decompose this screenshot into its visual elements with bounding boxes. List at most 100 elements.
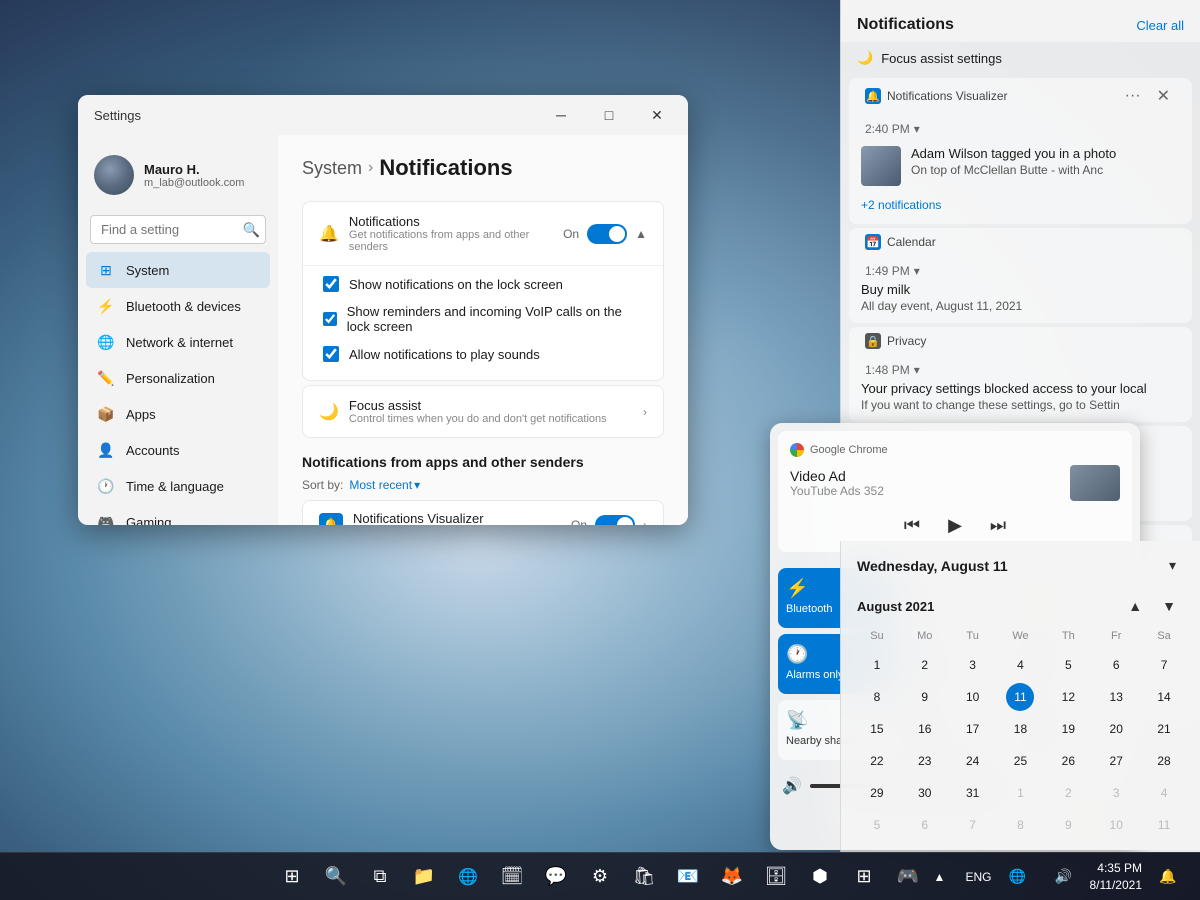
cal-cell-31[interactable]: 31 — [959, 779, 987, 807]
checkbox-sounds-input[interactable] — [323, 346, 339, 362]
search-icon-button[interactable]: 🔍 — [243, 221, 260, 238]
cal-cell-23[interactable]: 23 — [911, 747, 939, 775]
notif-close-visualizer[interactable]: ✕ — [1151, 84, 1176, 108]
notifications-expand-icon[interactable]: ▲ — [635, 227, 647, 241]
media-next-button[interactable]: ⏭ — [986, 511, 1010, 540]
cal-cell-20[interactable]: 20 — [1102, 715, 1130, 743]
cal-cell-19[interactable]: 19 — [1054, 715, 1082, 743]
close-button[interactable]: ✕ — [634, 99, 680, 131]
cal-cell-29[interactable]: 29 — [863, 779, 891, 807]
maximize-button[interactable]: □ — [586, 99, 632, 131]
cal-cell-12[interactable]: 12 — [1054, 683, 1082, 711]
app-chevron-visualizer[interactable]: › — [643, 518, 647, 526]
cal-cell-sep5[interactable]: 5 — [863, 811, 891, 839]
calendar-prev-button[interactable]: ▲ — [1120, 594, 1150, 618]
checkbox-lockscreen-notifications-input[interactable] — [323, 276, 339, 292]
cal-cell-sep9[interactable]: 9 — [1054, 811, 1082, 839]
cal-cell-11-today[interactable]: 11 — [1006, 683, 1034, 711]
cal-cell-28[interactable]: 28 — [1150, 747, 1178, 775]
cal-cell-sep8[interactable]: 8 — [1006, 811, 1034, 839]
cal-cell-sep1[interactable]: 1 — [1006, 779, 1034, 807]
taskbar-firefox-button[interactable]: 🦊 — [712, 857, 752, 897]
cal-cell-9[interactable]: 9 — [911, 683, 939, 711]
app-toggle-visualizer[interactable] — [595, 515, 635, 526]
media-previous-button[interactable]: ⏮ — [900, 511, 924, 540]
cal-cell-3[interactable]: 3 — [959, 651, 987, 679]
cal-cell-sep3[interactable]: 3 — [1102, 779, 1130, 807]
notif-time-privacy[interactable]: 1:48 PM ▾ — [849, 355, 1192, 381]
cal-cell-6[interactable]: 6 — [1102, 651, 1130, 679]
taskbar-chat-button[interactable]: 💬 — [536, 857, 576, 897]
clear-all-button[interactable]: Clear all — [1136, 18, 1184, 33]
taskbar-clock[interactable]: 4:35 PM 8/11/2021 — [1090, 860, 1143, 894]
sidebar-item-network[interactable]: 🌐 Network & internet — [86, 324, 270, 360]
notif-time-visualizer[interactable]: 2:40 PM ▾ — [849, 114, 1192, 140]
notif-time-calendar[interactable]: 1:49 PM ▾ — [849, 256, 1192, 282]
cal-cell-18[interactable]: 18 — [1006, 715, 1034, 743]
cal-cell-27[interactable]: 27 — [1102, 747, 1130, 775]
notifications-toggle[interactable] — [587, 224, 627, 244]
notif-avatar-image-visualizer — [861, 146, 901, 186]
cal-cell-16[interactable]: 16 — [911, 715, 939, 743]
cal-cell-2[interactable]: 2 — [911, 651, 939, 679]
cal-cell-25[interactable]: 25 — [1006, 747, 1034, 775]
focus-assist-card[interactable]: 🌙 Focus assist Control times when you do… — [302, 385, 664, 438]
sidebar-item-accounts[interactable]: 👤 Accounts — [86, 432, 270, 468]
sidebar-item-personalization[interactable]: ✏️ Personalization — [86, 360, 270, 396]
sidebar-item-bluetooth[interactable]: ⚡ Bluetooth & devices — [86, 288, 270, 324]
taskbar-folder-button[interactable]: 🗄 — [756, 857, 796, 897]
taskbar-search-button[interactable]: 🔍 — [316, 857, 356, 897]
sidebar-item-system[interactable]: ⊞ System — [86, 252, 270, 288]
calendar-collapse-button[interactable]: ▾ — [1161, 553, 1184, 578]
cal-cell-sep4[interactable]: 4 — [1150, 779, 1178, 807]
media-play-button[interactable]: ▶ — [944, 511, 966, 540]
media-source-label: Google Chrome — [810, 444, 888, 456]
cal-cell-sep11[interactable]: 11 — [1150, 811, 1178, 839]
cal-cell-24[interactable]: 24 — [959, 747, 987, 775]
taskbar-store-button[interactable]: 🛍 — [624, 857, 664, 897]
start-button[interactable]: ⊞ — [272, 857, 312, 897]
sidebar-item-gaming[interactable]: 🎮 Gaming — [86, 504, 270, 525]
sort-button[interactable]: Most recent ▾ — [349, 478, 420, 492]
cal-cell-4[interactable]: 4 — [1006, 651, 1034, 679]
cal-cell-17[interactable]: 17 — [959, 715, 987, 743]
focus-assist-link[interactable]: 🌙 Focus assist settings — [841, 42, 1200, 74]
sidebar-item-time[interactable]: 🕐 Time & language — [86, 468, 270, 504]
cal-cell-22[interactable]: 22 — [863, 747, 891, 775]
taskbar-volume-icon[interactable]: 🔊 — [1044, 857, 1084, 897]
checkbox-reminders-input[interactable] — [323, 311, 337, 327]
cal-cell-sep7[interactable]: 7 — [959, 811, 987, 839]
cal-cell-sep2[interactable]: 2 — [1054, 779, 1082, 807]
notif-dots-visualizer[interactable]: ··· — [1119, 84, 1147, 108]
cal-cell-21[interactable]: 21 — [1150, 715, 1178, 743]
cal-cell-10[interactable]: 10 — [959, 683, 987, 711]
cal-cell-15[interactable]: 15 — [863, 715, 891, 743]
cal-cell-8[interactable]: 8 — [863, 683, 891, 711]
calendar-next-button[interactable]: ▼ — [1154, 594, 1184, 618]
taskbar-xbox-button[interactable]: 🎮 — [888, 857, 928, 897]
taskbar-notifications-button[interactable]: 🔔 — [1148, 857, 1188, 897]
taskbar-mail-button[interactable]: 📧 — [668, 857, 708, 897]
cal-cell-30[interactable]: 30 — [911, 779, 939, 807]
taskbar-edge-button[interactable]: 🌐 — [448, 857, 488, 897]
cal-cell-7[interactable]: 7 — [1150, 651, 1178, 679]
cal-cell-sep6[interactable]: 6 — [911, 811, 939, 839]
sidebar-item-apps[interactable]: 📦 Apps — [86, 396, 270, 432]
taskbar-app1-button[interactable]: ⬢ — [800, 857, 840, 897]
cal-cell-1[interactable]: 1 — [863, 651, 891, 679]
taskbar-fileexplorer-button[interactable]: 📁 — [404, 857, 444, 897]
taskbar-calendar-app-button[interactable]: 🗓 — [492, 857, 532, 897]
cal-cell-14[interactable]: 14 — [1150, 683, 1178, 711]
cal-cell-5[interactable]: 5 — [1054, 651, 1082, 679]
search-input[interactable] — [90, 215, 266, 244]
minimize-button[interactable]: ─ — [538, 99, 584, 131]
taskbar-network-icon[interactable]: 🌐 — [998, 857, 1038, 897]
taskbar-taskview-button[interactable]: ⧉ — [360, 857, 400, 897]
calendar-month-title[interactable]: August 2021 — [857, 599, 934, 614]
notif-more-button-visualizer[interactable]: +2 notifications — [861, 198, 941, 212]
cal-cell-26[interactable]: 26 — [1054, 747, 1082, 775]
cal-cell-sep10[interactable]: 10 — [1102, 811, 1130, 839]
cal-cell-13[interactable]: 13 — [1102, 683, 1130, 711]
taskbar-settings-button[interactable]: ⚙ — [580, 857, 620, 897]
taskbar-winget-button[interactable]: ⊞ — [844, 857, 884, 897]
